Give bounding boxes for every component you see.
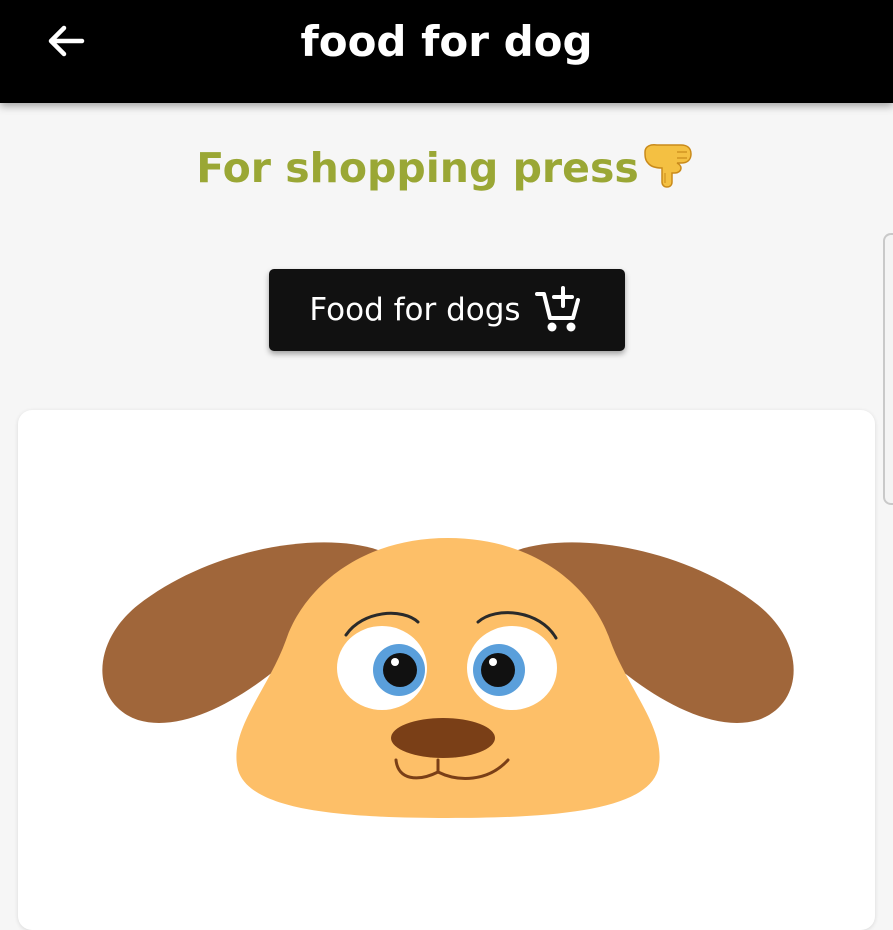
- dog-face-illustration: [102, 538, 794, 818]
- add-to-cart-icon: [534, 286, 580, 332]
- shopping-prompt-text: For shopping press: [196, 144, 639, 192]
- food-for-dogs-button[interactable]: Food for dogs: [269, 269, 625, 351]
- page-title: food for dog: [300, 17, 593, 66]
- pointing-down-hand-icon: [641, 138, 697, 204]
- shopping-prompt: For shopping press: [0, 138, 893, 204]
- app-bar: food for dog: [0, 0, 893, 103]
- image-card: [18, 410, 875, 930]
- dog-nose: [391, 718, 495, 758]
- scrollbar[interactable]: [883, 233, 893, 505]
- food-for-dogs-button-label: Food for dogs: [309, 292, 521, 328]
